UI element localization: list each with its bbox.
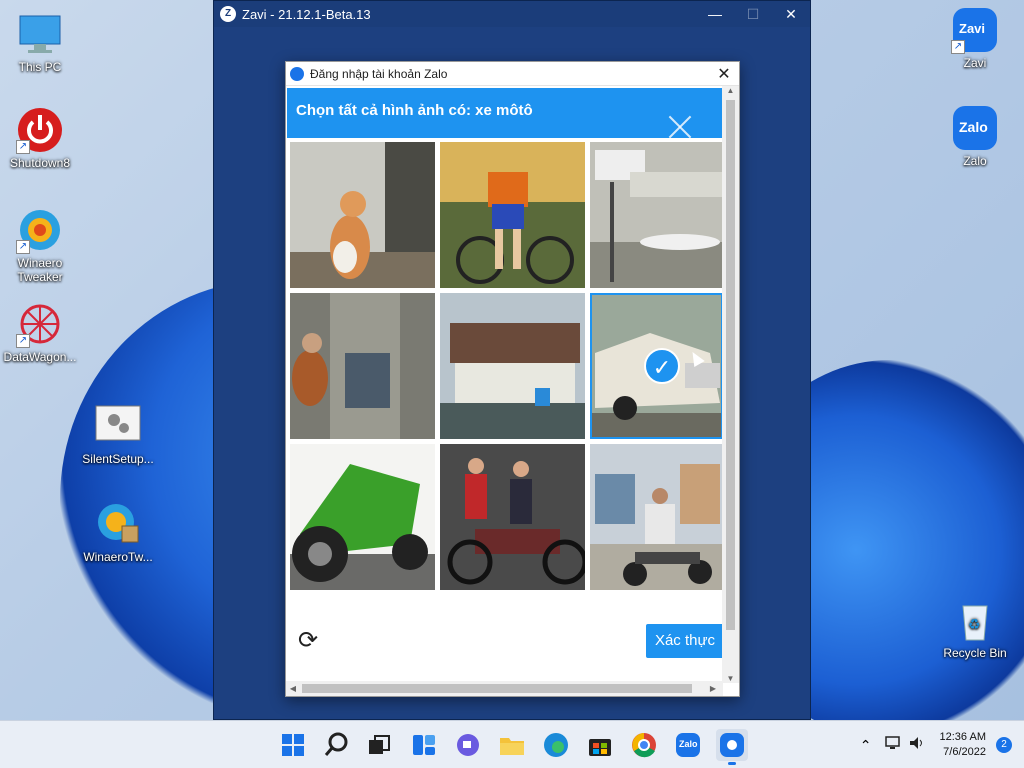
zavi-icon: Zavi ↗	[951, 6, 999, 54]
notification-badge[interactable]: 2	[996, 737, 1012, 753]
desktop-icon-label: SilentSetup...	[82, 452, 154, 466]
desktop-icon-zavi[interactable]: Zavi ↗ Zavi	[935, 6, 1015, 70]
widgets-icon[interactable]	[408, 729, 440, 761]
captcha-tile-airport[interactable]	[590, 142, 723, 288]
dialog-title: Đăng nhập tài khoản Zalo	[310, 66, 448, 81]
chat-icon[interactable]	[452, 729, 484, 761]
taskbar: Zalo ⌃ 12:36 AM 7/6/2022 2	[0, 720, 1024, 768]
task-view-icon[interactable]	[363, 729, 395, 761]
dialog-close-button[interactable]: ✕	[709, 64, 739, 84]
desktop-icon-label: DataWagon...	[3, 350, 77, 364]
captcha-tile-kitten[interactable]	[290, 142, 435, 288]
volume-icon[interactable]	[908, 735, 926, 756]
zalo-icon: Zalo	[951, 104, 999, 152]
system-tray: ⌃ 12:36 AM 7/6/2022 2	[860, 721, 1024, 768]
desktop-icon-recycle-bin[interactable]: ♻ Recycle Bin	[935, 596, 1015, 660]
captcha-tile-vintage-car[interactable]: ✓	[590, 293, 723, 439]
zavi-titlebar[interactable]: Z Zavi - 21.12.1-Beta.13 — ☐ ✕	[214, 1, 810, 27]
captcha-tile-cyclist[interactable]	[440, 142, 585, 288]
close-button[interactable]: ✕	[772, 6, 810, 23]
desktop-icon-datawagon[interactable]: ↗ DataWagon...	[0, 300, 80, 364]
desktop-icon-zalo[interactable]: Zalo Zalo	[935, 104, 1015, 168]
shortcut-arrow-icon: ↗	[16, 334, 30, 348]
captcha-tile-houseboat[interactable]	[440, 293, 585, 439]
network-icon[interactable]	[884, 735, 902, 756]
zalo-logo-text: Zalo	[959, 119, 988, 135]
desktop-icon-label: Zalo	[963, 154, 987, 168]
datawagon-icon: ↗	[16, 300, 64, 348]
scroll-left-icon[interactable]: ◀	[286, 681, 300, 696]
scrollbar-thumb[interactable]	[726, 100, 735, 630]
scroll-down-icon[interactable]: ▼	[722, 674, 739, 683]
store-icon[interactable]	[584, 729, 616, 761]
captcha-tile-green-motorcycle[interactable]	[290, 444, 435, 590]
clock-date: 7/6/2022	[943, 746, 986, 758]
captcha-image-grid: ✓	[290, 142, 723, 590]
desktop-icon-label: WinaeroTw...	[83, 550, 153, 564]
winaero-icon: ↗	[16, 206, 64, 254]
zalo-small-icon	[290, 66, 304, 81]
refresh-icon[interactable]: ⟳	[298, 628, 324, 654]
captcha-prompt: Chọn tất cả hình ảnh có: xe môtô	[296, 102, 533, 119]
desktop-icon-label: Winaero Tweaker	[17, 256, 63, 284]
scroll-right-icon[interactable]: ▶	[706, 681, 720, 696]
desktop-icon-label: This PC	[18, 60, 62, 74]
desktop-icon-label: Shutdown8	[9, 156, 71, 170]
shortcut-arrow-icon: ↗	[951, 40, 965, 54]
desktop-icon-label: Recycle Bin	[943, 646, 1007, 660]
shortcut-arrow-icon: ↗	[16, 240, 30, 254]
chrome-icon[interactable]	[628, 729, 660, 761]
desktop-icon-winaero-tweaker[interactable]: ↗ Winaero Tweaker	[0, 206, 80, 284]
captcha-tile-classic-motorcycle[interactable]	[440, 444, 585, 590]
monitor-icon	[16, 10, 64, 58]
svg-text:♻: ♻	[968, 616, 981, 632]
search-icon[interactable]	[321, 729, 353, 761]
zavi-app-icon: Z	[220, 6, 236, 22]
maximize-button[interactable]: ☐	[734, 6, 772, 23]
shortcut-arrow-icon: ↗	[16, 140, 30, 154]
captcha-close-icon[interactable]	[667, 114, 693, 140]
edge-icon[interactable]	[540, 729, 572, 761]
recycle-bin-icon: ♻	[951, 596, 999, 644]
desktop-icon-label: Zavi	[963, 56, 987, 70]
desktop-icon-this-pc[interactable]: This PC	[0, 10, 80, 74]
zalo-taskbar-label: Zalo	[679, 739, 698, 749]
desktop-icon-winaero-package[interactable]: WinaeroTw...	[78, 500, 158, 564]
dialog-titlebar[interactable]: Đăng nhập tài khoản Zalo ✕	[286, 62, 739, 86]
clock-time: 12:36 AM	[939, 731, 986, 743]
desktop-icon-silentsetup[interactable]: SilentSetup...	[78, 402, 158, 466]
check-mark-icon: ✓	[644, 348, 680, 384]
captcha-tile-subway[interactable]	[290, 293, 435, 439]
zalo-login-dialog: Đăng nhập tài khoản Zalo ✕ Chọn tất cả h…	[285, 61, 740, 697]
captcha-header: Chọn tất cả hình ảnh có: xe môtô	[287, 88, 723, 138]
captcha-tile-street-motorcycle[interactable]	[590, 444, 723, 590]
zavi-window-title: Zavi - 21.12.1-Beta.13	[242, 6, 371, 22]
horizontal-scrollbar[interactable]: ◀ ▶	[286, 681, 723, 696]
winaero-package-icon	[94, 500, 142, 548]
minimize-button[interactable]: —	[696, 6, 734, 23]
captcha-panel: Chọn tất cả hình ảnh có: xe môtô ✓ ⟳ Xác…	[286, 86, 723, 683]
zavi-taskbar-icon[interactable]	[716, 729, 748, 765]
scroll-up-icon[interactable]: ▲	[722, 86, 739, 95]
start-icon[interactable]	[277, 729, 309, 761]
chevron-up-icon[interactable]: ⌃	[860, 737, 872, 754]
scrollbar-thumb[interactable]	[302, 684, 692, 693]
verify-button[interactable]: Xác thực	[646, 624, 723, 658]
desktop-icon-shutdown8[interactable]: ↗ Shutdown8	[0, 106, 80, 170]
setup-gear-icon	[94, 402, 142, 450]
file-explorer-icon[interactable]	[496, 729, 528, 761]
zalo-taskbar-icon[interactable]: Zalo	[672, 729, 704, 761]
zavi-logo-text: Zavi	[959, 21, 986, 36]
vertical-scrollbar[interactable]: ▲ ▼	[722, 86, 739, 683]
clock[interactable]: 12:36 AM 7/6/2022	[940, 730, 986, 760]
power-icon: ↗	[16, 106, 64, 154]
